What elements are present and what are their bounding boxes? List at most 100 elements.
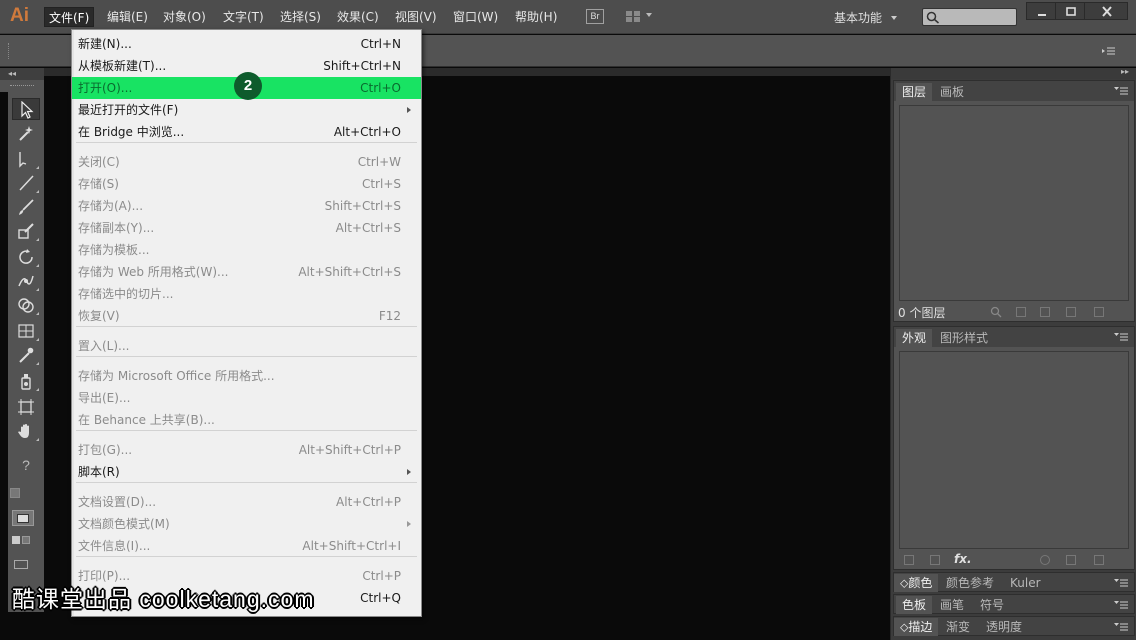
menu-item-package[interactable]: 打包(G)... Alt+Shift+Ctrl+P xyxy=(72,439,421,461)
grid-icon xyxy=(626,11,632,16)
rotate-tool[interactable] xyxy=(12,246,40,268)
menu-item-save-for-web[interactable]: 存储为 Web 所用格式(W)... Alt+Shift+Ctrl+S xyxy=(72,261,421,283)
mesh-tool[interactable] xyxy=(12,320,40,342)
menu-help[interactable]: 帮助(H) xyxy=(511,7,561,27)
add-stroke-icon[interactable] xyxy=(904,555,914,565)
menu-item-save[interactable]: 存储(S) Ctrl+S xyxy=(72,173,421,195)
maximize-button[interactable] xyxy=(1055,2,1085,20)
menu-item-save-as[interactable]: 存储为(A)... Shift+Ctrl+S xyxy=(72,195,421,217)
menu-item-document-setup[interactable]: 文档设置(D)... Alt+Ctrl+P xyxy=(72,491,421,513)
menu-item-scripts[interactable]: 脚本(R) xyxy=(72,461,421,483)
swatches-panel: 色板 画笔 符号 xyxy=(893,594,1135,614)
search-input[interactable] xyxy=(922,8,1017,26)
tab-appearance[interactable]: 外观 xyxy=(896,329,933,347)
menu-item-shortcut: Alt+Shift+Ctrl+S xyxy=(298,265,401,279)
menu-item-label: 导出(E)... xyxy=(78,391,131,405)
minimize-button[interactable] xyxy=(1026,2,1056,20)
menu-edit[interactable]: 编辑(E) xyxy=(103,7,152,27)
add-fill-icon[interactable] xyxy=(930,555,940,565)
symbol-sprayer-tool[interactable] xyxy=(12,370,40,392)
menu-item-label: 存储(S) xyxy=(78,177,119,191)
close-button[interactable] xyxy=(1084,2,1128,20)
create-sublayer-icon[interactable] xyxy=(1040,307,1050,317)
menu-item-new[interactable]: 新建(N)... Ctrl+N xyxy=(72,33,421,55)
fill-swatch[interactable] xyxy=(12,510,34,526)
tools-collapse-bar[interactable]: ◂◂ xyxy=(0,68,44,80)
layers-list[interactable] xyxy=(899,105,1129,301)
tools-grip[interactable] xyxy=(0,80,44,92)
panel-menu-icon[interactable] xyxy=(1101,45,1117,57)
menu-effect[interactable]: 效果(C) xyxy=(333,7,383,27)
menu-item-document-color-mode[interactable]: 文档颜色模式(M) xyxy=(72,513,421,535)
menu-window[interactable]: 窗口(W) xyxy=(449,7,502,27)
control-bar-grip[interactable] xyxy=(8,43,10,59)
menu-item-file-info[interactable]: 文件信息(I)... Alt+Shift+Ctrl+I xyxy=(72,535,421,557)
shaper-tool[interactable] xyxy=(12,220,40,242)
appearance-list[interactable] xyxy=(899,351,1129,549)
menu-item-save-as-template[interactable]: 存储为模板... xyxy=(72,239,421,261)
bridge-button[interactable]: Br xyxy=(586,9,604,24)
tab-graphic-styles[interactable]: 图形样式 xyxy=(934,329,994,347)
panel-menu-icon[interactable] xyxy=(1114,86,1128,96)
menu-item-save-for-office[interactable]: 存储为 Microsoft Office 所用格式... xyxy=(72,365,421,387)
workspace-switcher[interactable]: 基本功能 xyxy=(834,9,882,26)
duplicate-item-icon[interactable] xyxy=(1066,555,1076,565)
line-tool[interactable] xyxy=(12,172,40,194)
artboard-tool[interactable] xyxy=(12,396,40,418)
tab-artboards[interactable]: 画板 xyxy=(934,83,970,101)
paintbrush-tool[interactable] xyxy=(12,196,40,218)
trash-icon[interactable] xyxy=(1094,555,1104,565)
selection-tool[interactable] xyxy=(12,98,40,120)
clear-appearance-icon[interactable] xyxy=(1040,555,1050,565)
menu-item-open-recent[interactable]: 最近打开的文件(F) xyxy=(72,99,421,121)
dock-collapse-bar[interactable]: ▸▸ xyxy=(891,67,1136,79)
submenu-arrow-icon xyxy=(407,469,411,475)
menu-type[interactable]: 文字(T) xyxy=(219,7,268,27)
make-clipping-mask-icon[interactable] xyxy=(1016,307,1026,317)
panel-menu-icon[interactable] xyxy=(1114,578,1128,588)
color-mode-buttons[interactable] xyxy=(12,534,34,550)
menu-item-share-on-behance[interactable]: 在 Behance 上共享(B)... xyxy=(72,409,421,431)
layers-panel: 图层 画板 0 个图层 xyxy=(893,80,1135,322)
menu-item-revert[interactable]: 恢复(V) F12 xyxy=(72,305,421,327)
arrange-documents-button[interactable] xyxy=(624,9,654,24)
tab-brushes[interactable]: 画笔 xyxy=(934,596,970,614)
help-icon[interactable]: ? xyxy=(12,452,40,478)
eyedropper-tool[interactable] xyxy=(12,344,40,366)
tab-layers[interactable]: 图层 xyxy=(896,83,933,101)
new-layer-icon[interactable] xyxy=(1066,307,1076,317)
tab-symbols[interactable]: 符号 xyxy=(974,596,1010,614)
menu-object[interactable]: 对象(O) xyxy=(159,7,210,27)
screen-mode-button[interactable] xyxy=(12,558,34,572)
tab-color[interactable]: ⬦颜色 xyxy=(894,574,939,592)
pen-tool[interactable] xyxy=(12,148,40,170)
hand-tool[interactable] xyxy=(12,420,40,442)
menu-item-save-a-copy[interactable]: 存储副本(Y)... Alt+Ctrl+S xyxy=(72,217,421,239)
fx-icon[interactable]: fx. xyxy=(954,552,972,566)
menu-file[interactable]: 文件(F) xyxy=(44,7,95,27)
trash-icon[interactable] xyxy=(1094,307,1104,317)
magic-wand-tool[interactable] xyxy=(12,122,40,144)
shape-builder-tool[interactable] xyxy=(12,294,40,316)
menu-item-close[interactable]: 关闭(C) Ctrl+W xyxy=(72,151,421,173)
menu-item-save-selected-slices[interactable]: 存储选中的切片... xyxy=(72,283,421,305)
tab-kuler[interactable]: Kuler xyxy=(1004,574,1047,592)
tab-color-guide[interactable]: 颜色参考 xyxy=(940,574,1000,592)
menu-view[interactable]: 视图(V) xyxy=(391,7,441,27)
panel-menu-icon[interactable] xyxy=(1114,332,1128,342)
chevron-down-icon xyxy=(646,13,652,17)
width-tool[interactable] xyxy=(12,270,40,292)
tab-stroke[interactable]: ⬦描边 xyxy=(894,618,939,636)
stroke-panel: ⬦描边 渐变 透明度 xyxy=(893,616,1135,636)
tab-swatches[interactable]: 色板 xyxy=(896,596,933,614)
menu-item-place[interactable]: 置入(L)... xyxy=(72,335,421,357)
menu-select[interactable]: 选择(S) xyxy=(276,7,325,27)
search-icon[interactable] xyxy=(990,306,1002,318)
panel-menu-icon[interactable] xyxy=(1114,600,1128,610)
menu-item-export[interactable]: 导出(E)... xyxy=(72,387,421,409)
panel-menu-icon[interactable] xyxy=(1114,622,1128,632)
tab-transparency[interactable]: 透明度 xyxy=(980,618,1028,636)
default-colors-icon[interactable] xyxy=(10,488,20,498)
tab-gradient[interactable]: 渐变 xyxy=(940,618,976,636)
menu-item-browse-in-bridge[interactable]: 在 Bridge 中浏览... Alt+Ctrl+O xyxy=(72,121,421,143)
